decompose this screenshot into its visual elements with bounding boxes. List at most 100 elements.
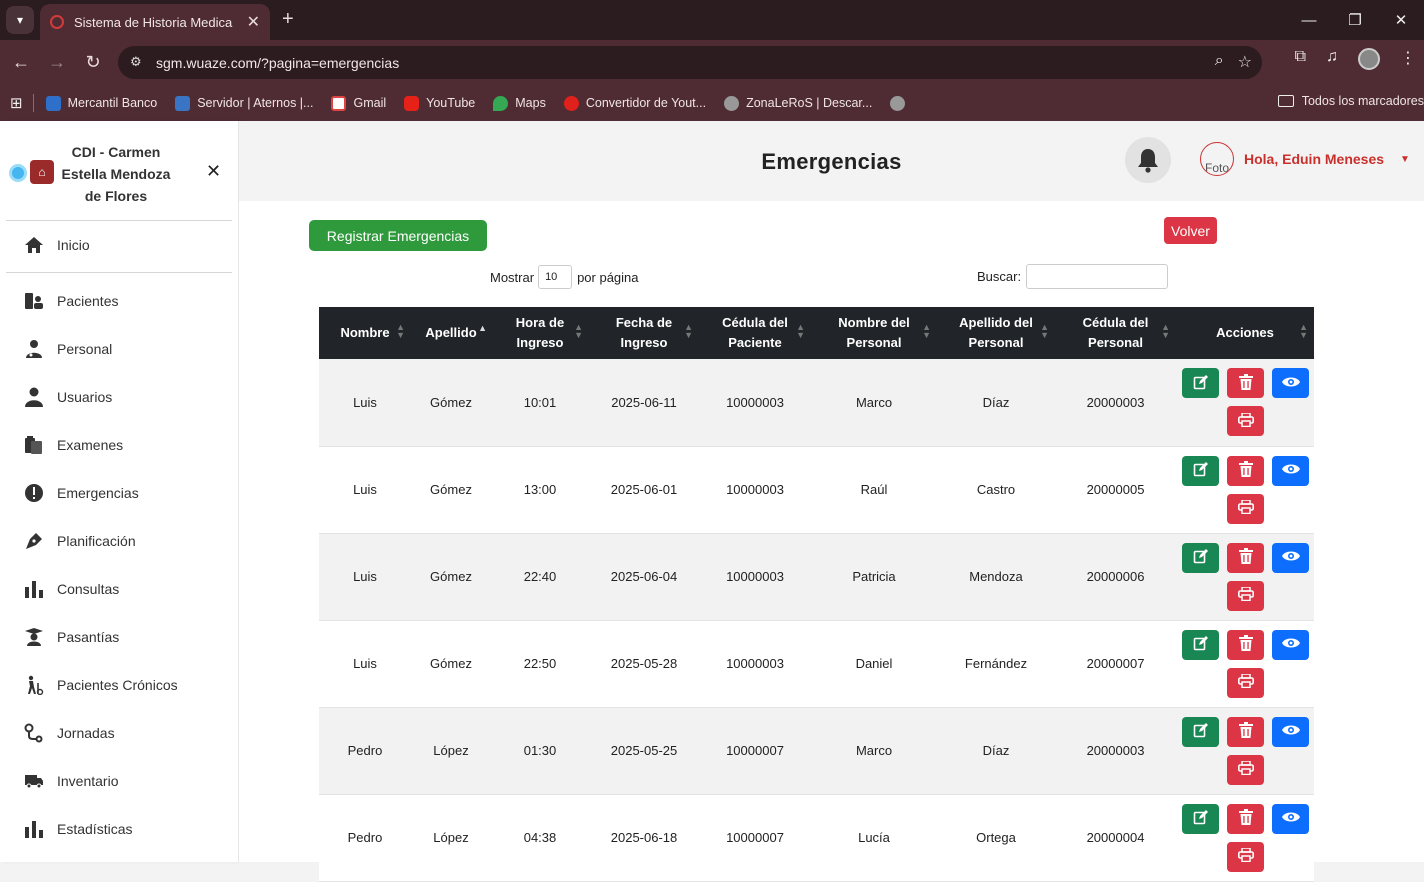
bookmark-item[interactable]: ZonaLeRoS | Descar...	[724, 95, 872, 111]
browser-menu-icon[interactable]: ⋮	[1400, 48, 1416, 70]
print-button[interactable]	[1227, 754, 1264, 785]
print-button[interactable]	[1227, 841, 1264, 872]
close-tab-icon[interactable]: ✕	[247, 12, 260, 32]
sidebar-item-label: Usuarios	[57, 389, 113, 405]
cell-fecha: 2025-05-28	[589, 620, 699, 708]
column-header[interactable]: Apellido ▲	[411, 307, 491, 359]
edit-button[interactable]	[1182, 629, 1219, 660]
bell-icon	[1138, 149, 1158, 173]
url-text: sgm.wuaze.com/?pagina=emergencias	[156, 54, 400, 71]
column-header[interactable]: Acciones ▲ ▼	[1176, 307, 1314, 359]
bookmark-item[interactable]: Servidor | Aternos |...	[175, 95, 313, 111]
sidebar-item-jornadas[interactable]: Jornadas	[0, 709, 238, 757]
delete-button[interactable]	[1227, 629, 1264, 660]
bookmark-item[interactable]: Maps	[493, 95, 546, 111]
column-header[interactable]: Apellido del Personal ▲ ▼	[937, 307, 1055, 359]
bookmark-item[interactable]: Convertidor de Yout...	[563, 95, 706, 111]
print-button[interactable]	[1227, 493, 1264, 524]
extensions-icon[interactable]: ⧉	[1295, 48, 1306, 70]
sidebar-item-pacientes[interactable]: Pacientes	[0, 277, 238, 325]
cell-cedula-personal: 20000007	[1055, 620, 1176, 708]
delete-button[interactable]	[1227, 542, 1264, 573]
alert-icon	[24, 483, 44, 503]
close-window-icon[interactable]: ✕	[1378, 0, 1424, 40]
column-header[interactable]: Nombre del Personal ▲ ▼	[811, 307, 937, 359]
page-size-select[interactable]: 10	[538, 265, 573, 289]
sidebar-item-label: Pacientes	[57, 293, 119, 309]
bookmark-star-icon[interactable]: ☆	[1238, 52, 1252, 72]
register-emergency-button[interactable]: Registrar Emergencias	[309, 220, 487, 251]
print-button[interactable]	[1227, 580, 1264, 611]
apps-grid-icon[interactable]: ⊞	[10, 94, 23, 112]
bookmark-item[interactable]	[890, 95, 912, 111]
view-button[interactable]	[1272, 542, 1309, 573]
cdi-logo-icon: ⌂	[30, 160, 54, 184]
view-button[interactable]	[1272, 629, 1309, 660]
site-settings-icon[interactable]: ⚙	[130, 54, 148, 70]
delete-button[interactable]	[1227, 368, 1264, 399]
column-header[interactable]: Cédula del Paciente ▲ ▼	[699, 307, 811, 359]
eye-icon	[1281, 463, 1300, 478]
sidebar-item-inventario[interactable]: Inventario	[0, 757, 238, 805]
view-button[interactable]	[1272, 716, 1309, 747]
tab-search-button[interactable]: ▾	[6, 6, 34, 34]
cell-hora: 04:38	[491, 794, 589, 882]
cell-apellido-personal: Mendoza	[937, 533, 1055, 621]
sidebar-item-pasantias[interactable]: Pasantías	[0, 613, 238, 661]
forward-icon[interactable]: →	[39, 52, 75, 73]
page-length-control: Mostrar 10 por página	[490, 265, 639, 289]
eye-icon	[1281, 724, 1300, 739]
sidebar-item-emergencias[interactable]: Emergencias	[0, 469, 238, 517]
column-header[interactable]: Cédula del Personal ▲ ▼	[1055, 307, 1176, 359]
all-bookmarks[interactable]: Todos los marcadores	[1277, 94, 1424, 108]
notifications-button[interactable]	[1125, 137, 1171, 183]
close-sidebar-icon[interactable]: ✕	[206, 161, 221, 182]
browser-tab[interactable]: Sistema de Historia Medica ✕	[40, 4, 270, 40]
address-bar[interactable]: ⚙ sgm.wuaze.com/?pagina=emergencias ⌕ ☆	[118, 46, 1262, 79]
cell-apellido: López	[411, 794, 491, 882]
edit-button[interactable]	[1182, 716, 1219, 747]
print-button[interactable]	[1227, 406, 1264, 437]
edit-button[interactable]	[1182, 455, 1219, 486]
column-header[interactable]: Nombre ▲ ▼	[319, 307, 411, 359]
back-icon[interactable]: ←	[3, 52, 39, 73]
reload-icon[interactable]: ↻	[75, 52, 111, 73]
sidebar-item-label: Personal	[57, 341, 113, 357]
edit-button[interactable]	[1182, 803, 1219, 834]
bookmark-item[interactable]: Mercantil Banco	[45, 95, 157, 111]
sidebar-item-examenes[interactable]: Examenes	[0, 421, 238, 469]
edit-button[interactable]	[1182, 542, 1219, 573]
sidebar-item-usuarios[interactable]: Usuarios	[0, 373, 238, 421]
sidebar-item-estadisticas[interactable]: Estadísticas	[0, 805, 238, 853]
sidebar-item-inicio[interactable]: Inicio	[0, 221, 238, 269]
new-tab-button[interactable]: +	[282, 8, 294, 31]
row-actions	[1180, 455, 1310, 524]
view-button[interactable]	[1272, 803, 1309, 834]
search-input[interactable]	[1026, 264, 1169, 289]
sidebar-item-pacientes-cronicos[interactable]: Pacientes Crónicos	[0, 661, 238, 709]
bookmark-item[interactable]: YouTube	[404, 95, 475, 111]
cell-nombre-personal: Marco	[811, 707, 937, 795]
column-header[interactable]: Hora de Ingreso ▲ ▼	[491, 307, 589, 359]
restore-icon[interactable]: ❐	[1332, 0, 1378, 40]
view-button[interactable]	[1272, 368, 1309, 399]
view-button[interactable]	[1272, 455, 1309, 486]
delete-button[interactable]	[1227, 716, 1264, 747]
user-menu[interactable]: Foto Hola, Eduin Meneses ▼	[1200, 142, 1410, 176]
delete-button[interactable]	[1227, 455, 1264, 486]
media-control-icon[interactable]: ♫	[1326, 48, 1338, 70]
zoom-icon[interactable]: ⌕	[1215, 52, 1224, 72]
minimize-icon[interactable]: —	[1286, 0, 1332, 40]
print-button[interactable]	[1227, 667, 1264, 698]
window-controls: — ❐ ✕	[1286, 0, 1424, 40]
column-header[interactable]: Fecha de Ingreso ▲ ▼	[589, 307, 699, 359]
sidebar-item-consultas[interactable]: Consultas	[0, 565, 238, 613]
printer-icon	[1237, 499, 1254, 517]
bookmark-item[interactable]: Gmail	[331, 95, 386, 111]
delete-button[interactable]	[1227, 803, 1264, 834]
edit-button[interactable]	[1182, 368, 1219, 399]
sidebar-item-personal[interactable]: Personal	[0, 325, 238, 373]
profile-avatar[interactable]	[1358, 48, 1380, 70]
back-button[interactable]: Volver	[1164, 217, 1217, 244]
sidebar-item-planificacion[interactable]: Planificación	[0, 517, 238, 565]
